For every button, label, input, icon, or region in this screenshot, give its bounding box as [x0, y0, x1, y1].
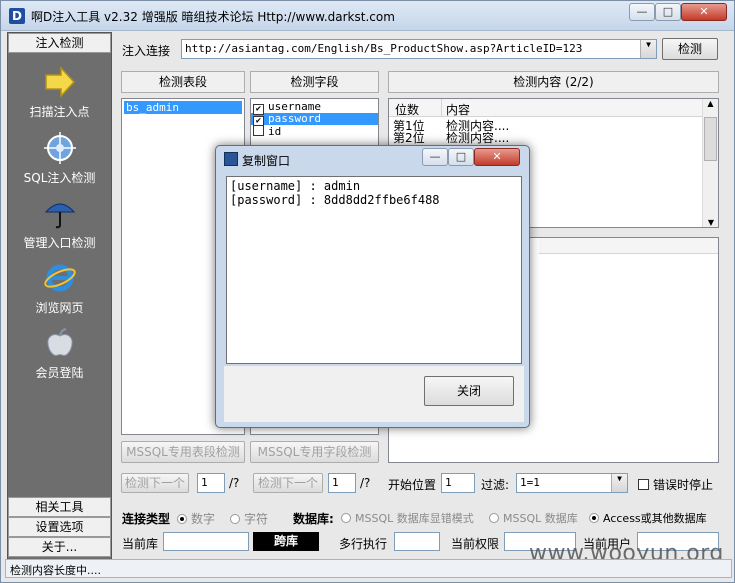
maximize-button[interactable]: □ [655, 3, 681, 21]
conn-type-label: 连接类型 [122, 512, 171, 526]
table-count-label: /? [229, 476, 240, 490]
stop-on-error-option[interactable]: 错误时停止 [638, 476, 713, 493]
table-header: 位数 内容 [389, 99, 702, 117]
column-header[interactable]: 内容 [446, 101, 470, 118]
table-index-input[interactable]: 1 [197, 473, 225, 493]
db-label: 数据库: [293, 512, 334, 526]
column-header[interactable]: 位数 [395, 101, 419, 118]
sidebar-tab-settings[interactable]: 设置选项 [8, 517, 111, 537]
sidebar-item-login[interactable]: 会员登陆 [8, 326, 111, 381]
sidebar-tab-injection[interactable]: 注入检测 [8, 33, 111, 53]
radio[interactable] [177, 514, 187, 524]
checkbox[interactable] [253, 125, 264, 136]
scrollbar[interactable]: ▲ ▼ [702, 99, 718, 227]
dialog-title: 复制窗口 [242, 154, 291, 168]
chevron-down-icon[interactable]: ▼ [640, 40, 656, 58]
url-label: 注入连接 [122, 44, 171, 58]
cross-db-button[interactable]: 跨库 [253, 532, 319, 551]
sidebar-item-label: SQL注入检测 [23, 171, 96, 185]
sidebar-item-label: 会员登陆 [35, 366, 84, 380]
sidebar-item-label: 浏览网页 [35, 301, 84, 315]
sidebar-item-admin[interactable]: 管理入口检测 [8, 196, 111, 251]
dialog-close-x-button[interactable]: ✕ [474, 148, 520, 166]
close-button[interactable]: ✕ [681, 3, 727, 21]
dialog-text-area[interactable]: [username] : admin [password] : 8dd8dd2f… [226, 176, 522, 364]
start-position-label: 开始位置 [388, 478, 437, 492]
sidebar-item-sql[interactable]: SQL注入检测 [8, 131, 111, 186]
chevron-down-icon[interactable]: ▼ [611, 474, 627, 492]
content-header[interactable]: 检测内容 (2/2) [388, 71, 719, 93]
globe-target-icon [43, 132, 76, 164]
sidebar: 注入检测 扫描注入点 SQL注入检测 管理入口检测 浏览网页 会员登陆 相关工具… [7, 32, 112, 560]
dialog-app-icon [224, 152, 238, 166]
sidebar-tab-about[interactable]: 关于... [8, 537, 111, 557]
filter-select[interactable]: 1=1 ▼ [516, 473, 628, 493]
status-bar: 检测内容长度中.... [5, 559, 732, 578]
umbrella-icon [44, 203, 75, 229]
sidebar-item-browse[interactable]: 浏览网页 [8, 261, 111, 316]
field-index-input[interactable]: 1 [328, 473, 356, 493]
minimize-button[interactable]: — [629, 3, 655, 21]
checkbox[interactable] [638, 479, 649, 490]
current-perm-label: 当前权限 [451, 537, 500, 551]
next-table-button[interactable]: 检测下一个 [121, 473, 189, 493]
scroll-thumb[interactable] [704, 117, 717, 161]
radio[interactable] [341, 513, 351, 523]
radio[interactable] [489, 513, 499, 523]
mssql-table-check-button[interactable]: MSSQL专用表段检测 [121, 441, 245, 463]
dialog-close-button[interactable]: 关闭 [424, 376, 514, 406]
dialog-maximize-button[interactable]: □ [448, 148, 474, 166]
fields-header[interactable]: 检测字段 [250, 71, 379, 93]
dialog-footer: 关闭 [224, 366, 524, 422]
next-field-button[interactable]: 检测下一个 [253, 473, 323, 493]
apple-icon [46, 328, 73, 356]
sidebar-item-label: 管理入口检测 [23, 236, 96, 250]
url-value: http://asiantag.com/English/Bs_ProductSh… [185, 42, 583, 55]
start-position-input[interactable]: 1 [441, 473, 475, 493]
db-mssql-error-option[interactable]: MSSQL 数据库显错模式 [341, 510, 474, 526]
table-row[interactable]: 第2位 检测内容.... [393, 132, 509, 144]
url-input[interactable]: http://asiantag.com/English/Bs_ProductSh… [181, 39, 657, 59]
arrow-right-icon [44, 66, 75, 98]
copy-dialog: 复制窗口 — □ ✕ [username] : admin [password]… [215, 145, 530, 428]
app-d-icon: D [9, 8, 25, 24]
status-text: 检测内容长度中.... [10, 564, 101, 577]
tables-header[interactable]: 检测表段 [121, 71, 245, 93]
chevron-up-icon[interactable]: ▲ [703, 99, 718, 108]
chevron-down-icon[interactable]: ▼ [703, 218, 719, 227]
radio[interactable] [589, 513, 599, 523]
mssql-field-check-button[interactable]: MSSQL专用字段检测 [250, 441, 379, 463]
multi-exec-label: 多行执行 [339, 537, 388, 551]
check-button[interactable]: 检测 [662, 38, 718, 60]
db-access-option[interactable]: Access或其他数据库 [589, 510, 707, 526]
field-count-label: /? [360, 476, 371, 490]
conn-number-option[interactable]: 数字 [177, 510, 215, 527]
sidebar-tab-tools[interactable]: 相关工具 [8, 497, 111, 517]
sidebar-item-label: 扫描注入点 [29, 105, 90, 119]
radio[interactable] [230, 514, 240, 524]
multi-exec-field[interactable] [394, 532, 440, 551]
title-bar[interactable]: D 啊D注入工具 v2.32 增强版 暗组技术论坛 Http://www.dar… [1, 1, 734, 31]
filter-label: 过滤: [481, 478, 510, 492]
sidebar-item-scan[interactable]: 扫描注入点 [8, 65, 111, 120]
list-item[interactable]: bs_admin [124, 101, 242, 114]
current-db-field[interactable] [163, 532, 249, 551]
window-title: 啊D注入工具 v2.32 增强版 暗组技术论坛 Http://www.darks… [31, 10, 395, 24]
db-mssql-option[interactable]: MSSQL 数据库 [489, 510, 578, 526]
ie-icon [43, 264, 76, 292]
dialog-minimize-button[interactable]: — [422, 148, 448, 166]
current-db-label: 当前库 [122, 537, 159, 551]
list-item[interactable]: id [251, 125, 378, 138]
list-item[interactable]: ✔ password [251, 113, 378, 127]
conn-string-option[interactable]: 字符 [230, 510, 268, 527]
